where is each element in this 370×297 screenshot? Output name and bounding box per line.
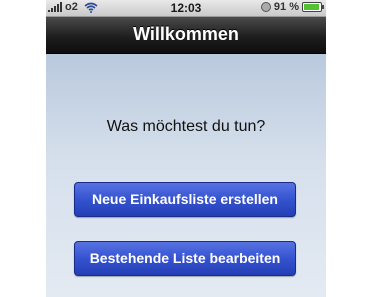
edit-existing-list-button[interactable]: Bestehende Liste bearbeiten: [74, 241, 296, 276]
status-bar: o2 12:03 91 %: [46, 0, 326, 17]
battery-icon: [302, 2, 324, 12]
battery-percentage: 91 %: [273, 1, 299, 13]
phone-screen: o2 12:03 91 % Willkommen Was möchtest du…: [0, 0, 370, 297]
navigation-bar: Willkommen: [46, 17, 326, 54]
new-shopping-list-button[interactable]: Neue Einkaufsliste erstellen: [74, 182, 296, 217]
page-title: Willkommen: [133, 24, 239, 44]
status-right: 91 %: [260, 1, 324, 13]
rotation-lock-icon: [260, 2, 271, 12]
prompt-text: Was möchtest du tun?: [106, 118, 266, 135]
main-content: Was möchtest du tun? Neue Einkaufsliste …: [46, 54, 326, 297]
battery-fill: [304, 4, 319, 10]
